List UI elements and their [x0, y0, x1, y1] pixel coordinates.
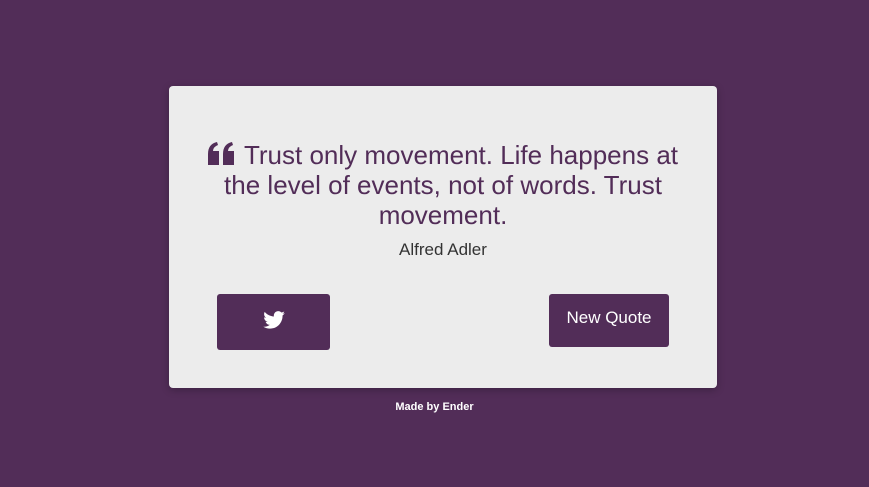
- quote-left-icon: [207, 142, 236, 166]
- quote-block: Trust only movement. Life happens at the…: [193, 140, 693, 230]
- twitter-icon: [262, 310, 285, 334]
- new-quote-button[interactable]: New Quote: [549, 294, 669, 347]
- footer-credit: Made by Ender: [395, 401, 474, 413]
- quote-card: Trust only movement. Life happens at the…: [169, 86, 717, 388]
- quote-text: Trust only movement. Life happens at the…: [224, 140, 679, 230]
- tweet-button[interactable]: [217, 294, 330, 350]
- quote-author: Alfred Adler: [399, 240, 487, 259]
